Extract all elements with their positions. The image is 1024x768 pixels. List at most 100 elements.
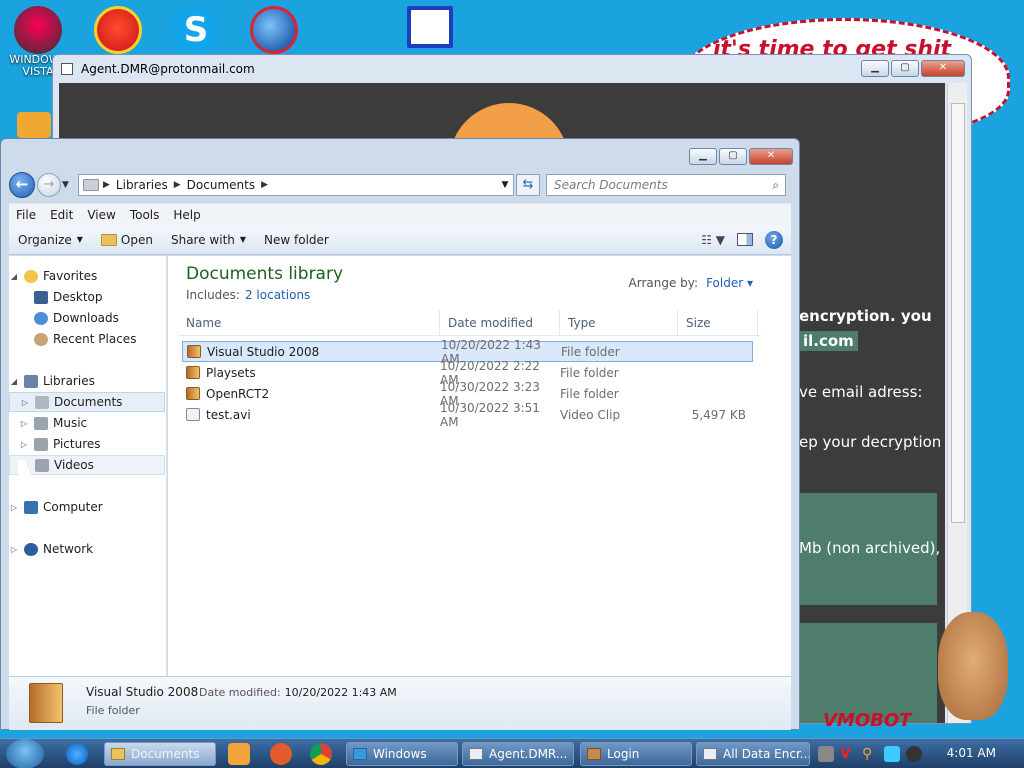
video-file-icon — [186, 408, 200, 421]
arrange-label: Arrange by: — [628, 276, 699, 290]
tray-v-icon[interactable]: V — [840, 746, 856, 762]
preview-pane-icon[interactable] — [737, 233, 753, 246]
taskbar-login[interactable]: Login — [580, 742, 692, 766]
videos-icon — [35, 458, 49, 472]
open-button[interactable]: Open — [92, 233, 162, 247]
view-options-icon[interactable]: ☷ ▼ — [701, 233, 725, 247]
nav-network-label: Network — [43, 542, 94, 556]
nav-videos-label: Videos — [54, 458, 94, 472]
nav-desktop[interactable]: Desktop — [9, 287, 165, 307]
col-name[interactable]: Name — [178, 310, 440, 335]
address-dropdown-icon[interactable]: ▼ — [497, 180, 513, 190]
address-bar[interactable]: ▶ Libraries ▶ Documents ▶ ▼ — [78, 174, 514, 196]
expand-icon[interactable]: ▷ — [9, 545, 19, 554]
start-button[interactable] — [6, 739, 44, 768]
taskbar-agent[interactable]: Agent.DMR... — [462, 742, 574, 766]
explorer-window[interactable]: ▁ ▢ ✕ ← → ▼ ▶ Libraries ▶ Documents ▶ ▼ … — [0, 138, 800, 730]
refresh-button[interactable]: ⇆ — [516, 174, 540, 196]
ransom-titlebar[interactable]: Agent.DMR@protonmail.com — [53, 55, 971, 83]
organize-button[interactable]: Organize ▼ — [9, 233, 92, 247]
desktop-icon-partial[interactable] — [14, 112, 54, 138]
minimize-button[interactable]: ▁ — [689, 148, 717, 165]
col-date[interactable]: Date modified — [440, 310, 560, 335]
breadcrumb-libraries[interactable]: Libraries — [116, 178, 168, 192]
nav-documents[interactable]: ▷ Documents — [9, 392, 165, 412]
taskbar-windows[interactable]: Windows — [346, 742, 458, 766]
menu-file[interactable]: File — [9, 208, 43, 222]
details-date-value: 10/20/2022 1:43 AM — [284, 686, 397, 699]
media-player-icon[interactable] — [228, 743, 250, 765]
expand-icon[interactable]: ◢ — [9, 272, 19, 281]
file-name: Visual Studio 2008 — [207, 344, 320, 359]
col-size[interactable]: Size — [678, 310, 758, 335]
forward-button[interactable]: → — [37, 173, 61, 197]
share-with-button[interactable]: Share with ▼ — [162, 233, 255, 247]
nav-network[interactable]: ▷ Network — [9, 539, 165, 559]
maximize-button[interactable]: ▢ — [719, 148, 747, 165]
expand-icon[interactable]: ▷ — [19, 440, 29, 449]
new-folder-button[interactable]: New folder — [255, 233, 338, 247]
maximize-button[interactable]: ▢ — [891, 60, 919, 77]
chevron-down-icon: ▼ — [239, 235, 247, 244]
menu-edit[interactable]: Edit — [43, 208, 80, 222]
search-icon[interactable]: ⌕ — [772, 178, 779, 193]
tray-network-icon[interactable] — [884, 746, 900, 762]
history-dropdown-icon[interactable]: ▼ — [62, 180, 74, 190]
taskbar-documents-label: Documents — [131, 747, 200, 761]
chevron-down-icon: ▼ — [76, 235, 83, 244]
help-icon[interactable]: ? — [765, 230, 783, 249]
expand-icon[interactable]: ▷ — [9, 503, 19, 512]
pictures-icon — [34, 437, 48, 451]
chevron-right-icon[interactable]: ▶ — [103, 180, 110, 190]
window-icon — [61, 63, 73, 75]
nav-libraries[interactable]: ◢ Libraries — [9, 371, 165, 391]
file-row[interactable]: test.avi 10/30/2022 3:51 AM Video Clip 5… — [182, 401, 753, 429]
clock[interactable]: 4:01 AM — [947, 746, 996, 760]
minimize-button[interactable]: ▁ — [861, 60, 889, 77]
close-button[interactable]: ✕ — [749, 148, 793, 165]
chevron-right-icon[interactable]: ▶ — [174, 180, 181, 190]
menu-help[interactable]: Help — [166, 208, 207, 222]
search-input[interactable]: Search Documents ⌕ — [546, 174, 786, 196]
tray-search-icon[interactable]: ⚲ — [862, 746, 878, 762]
expand-icon[interactable]: ◢ — [9, 377, 19, 386]
breadcrumb-documents[interactable]: Documents — [187, 178, 255, 192]
expand-icon[interactable]: ▷ — [19, 419, 29, 428]
nav-desktop-label: Desktop — [53, 290, 103, 304]
desktop-icon-p-app[interactable] — [88, 6, 148, 54]
tray-app-icon[interactable] — [818, 746, 834, 762]
window-icon — [469, 748, 483, 760]
locations-link[interactable]: 2 locations — [245, 288, 310, 302]
back-button[interactable]: ← — [9, 172, 35, 198]
vista-orb-icon — [14, 6, 62, 54]
nav-pictures[interactable]: ▷ Pictures — [9, 434, 165, 454]
address-row: ← → ▼ ▶ Libraries ▶ Documents ▶ ▼ ⇆ Sear… — [9, 171, 791, 199]
nav-music[interactable]: ▷ Music — [9, 413, 165, 433]
taskbar-all-data[interactable]: All Data Encr... — [696, 742, 810, 766]
folder-icon — [17, 112, 51, 138]
chevron-right-icon[interactable]: ▶ — [261, 180, 268, 190]
scrollbar-thumb[interactable] — [951, 103, 965, 523]
nav-recent-places[interactable]: Recent Places — [9, 329, 165, 349]
ie-icon[interactable] — [66, 743, 88, 765]
nav-favorites[interactable]: ◢ Favorites — [9, 266, 165, 286]
tray-volume-icon[interactable] — [906, 746, 922, 762]
folder-icon — [186, 366, 200, 379]
nav-computer[interactable]: ▷ Computer — [9, 497, 165, 517]
arrange-dropdown[interactable]: Folder ▾ — [706, 276, 753, 290]
desktop-icon-skype[interactable]: S — [166, 6, 226, 54]
app-icon[interactable] — [270, 743, 292, 765]
close-button[interactable]: ✕ — [921, 60, 965, 77]
desktop-icon-browser[interactable] — [244, 6, 304, 54]
nav-downloads[interactable]: Downloads — [9, 308, 165, 328]
chrome-icon[interactable] — [310, 743, 332, 765]
menu-tools[interactable]: Tools — [123, 208, 167, 222]
new-folder-label: New folder — [264, 232, 329, 247]
nav-videos[interactable]: ▷ Videos — [9, 455, 165, 475]
taskbar-documents[interactable]: Documents — [104, 742, 216, 766]
desktop-icon-media[interactable] — [400, 6, 460, 48]
file-type: File folder — [561, 344, 620, 359]
expand-icon[interactable]: ▷ — [20, 398, 30, 407]
menu-view[interactable]: View — [80, 208, 122, 222]
col-type[interactable]: Type — [560, 310, 678, 335]
